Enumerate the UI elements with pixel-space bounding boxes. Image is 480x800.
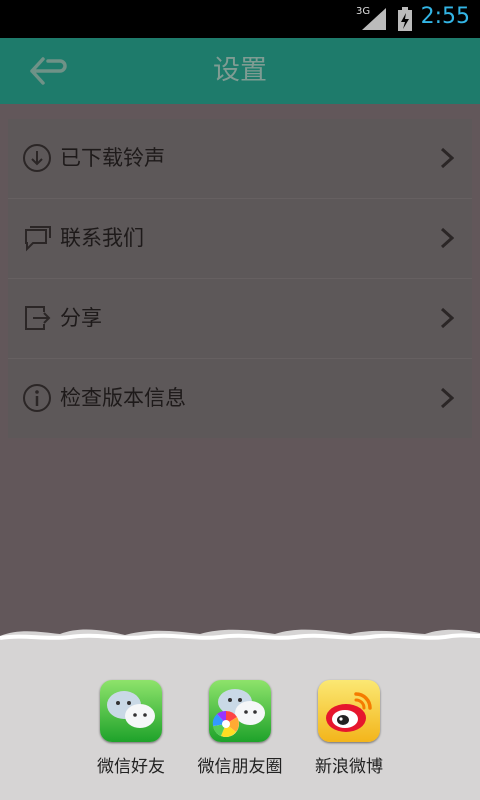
chevron-right-icon (440, 307, 454, 329)
settings-menu: 已下载铃声 联系我们 分享 检查版本信息 (8, 119, 472, 438)
menu-item-share[interactable]: 分享 (8, 279, 472, 359)
share-item-label: 微信好友 (97, 757, 165, 777)
title-bar: 设置 (0, 38, 480, 104)
share-panel: 微信好友 微信朋友圈 新浪微博 (0, 648, 480, 800)
info-icon (23, 384, 51, 412)
chevron-right-icon (440, 147, 454, 169)
chevron-right-icon (440, 227, 454, 249)
share-wechat-friends[interactable]: 微信好友 (76, 680, 186, 777)
share-icon (25, 306, 51, 330)
menu-item-label: 检查版本信息 (60, 386, 186, 410)
chevron-right-icon (440, 387, 454, 409)
menu-item-downloaded-ringtones[interactable]: 已下载铃声 (8, 119, 472, 199)
wechat-icon (100, 680, 162, 742)
page-title: 设置 (213, 55, 267, 86)
download-icon (23, 144, 51, 172)
menu-item-label: 联系我们 (60, 226, 144, 250)
share-sina-weibo[interactable]: 新浪微博 (294, 680, 404, 777)
menu-item-label: 分享 (60, 306, 102, 330)
chat-bubble-icon (25, 226, 51, 252)
battery-charging-icon (398, 7, 412, 31)
wechat-moments-icon (209, 680, 271, 742)
menu-item-label: 已下载铃声 (60, 146, 165, 170)
weibo-icon (318, 680, 380, 742)
menu-item-contact-us[interactable]: 联系我们 (8, 199, 472, 279)
share-wechat-moments[interactable]: 微信朋友圈 (185, 680, 295, 777)
share-item-label: 微信朋友圈 (197, 757, 283, 777)
menu-item-check-version[interactable]: 检查版本信息 (8, 359, 472, 438)
share-item-label: 新浪微博 (315, 757, 383, 777)
status-clock: 2:55 (420, 4, 470, 29)
signal-icon (362, 8, 386, 30)
status-bar: 3G 2:55 (0, 0, 480, 38)
